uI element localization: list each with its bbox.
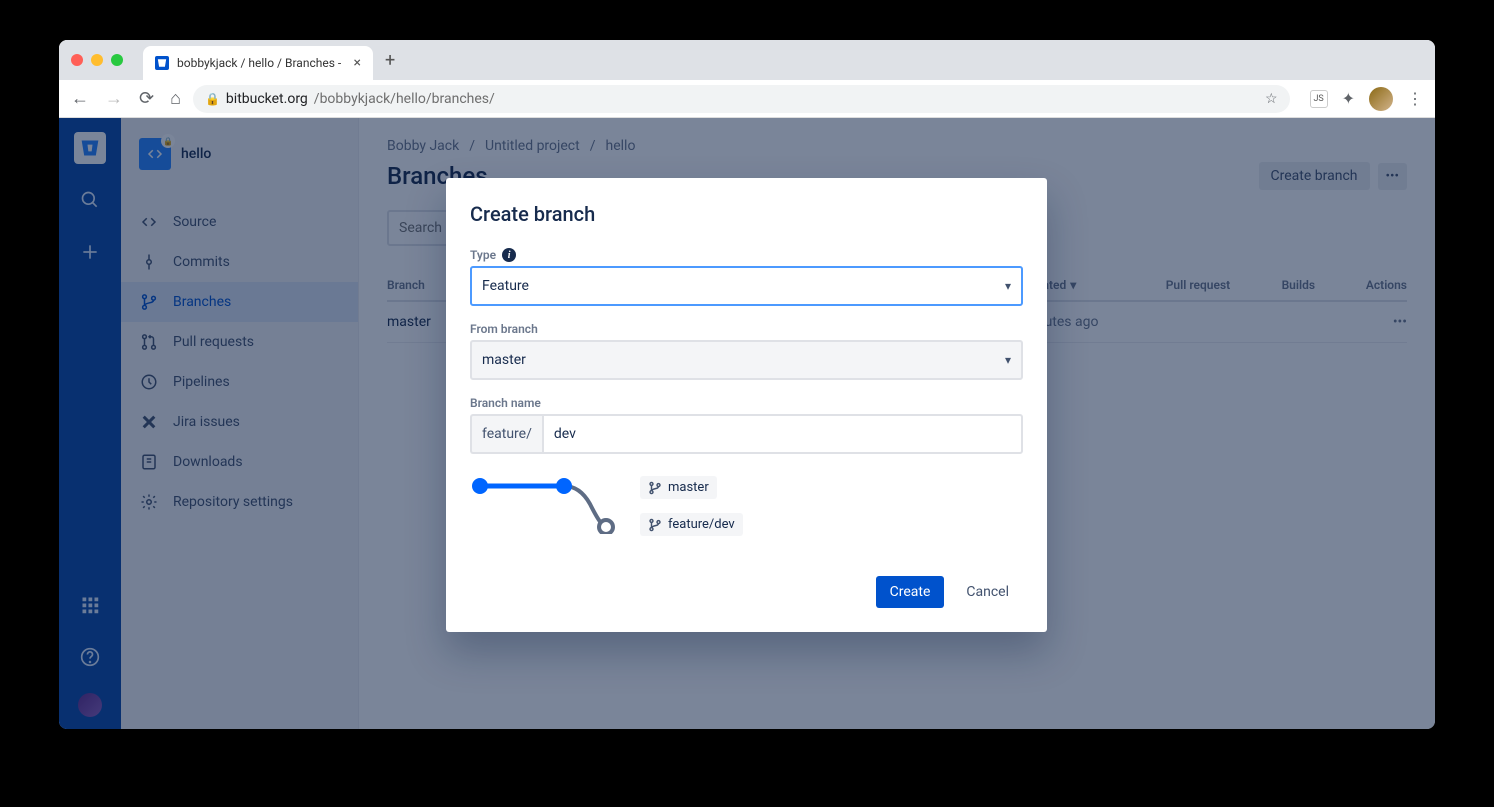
browser-toolbar: ← → ⟳ ⌂ 🔒 bitbucket.org/bobbykjack/hello… [59,80,1435,118]
new-tab-button[interactable]: + [385,50,395,71]
window-minimize-button[interactable] [91,54,103,66]
branch-tag-target: feature/dev [640,513,743,536]
modal-title: Create branch [470,202,1023,226]
browser-tab-bar: bobbykjack / hello / Branches - × + [59,40,1435,80]
extensions-icon[interactable]: ✦ [1342,89,1355,108]
branch-diagram: master feature/dev [470,474,1023,536]
url-host: bitbucket.org [226,91,308,107]
type-select[interactable]: Feature ▾ [470,266,1023,306]
chevron-down-icon: ▾ [1005,353,1011,367]
branch-tag-label: feature/dev [668,517,735,532]
url-bar[interactable]: 🔒 bitbucket.org/bobbykjack/hello/branche… [193,85,1290,113]
forward-button[interactable]: → [105,88,123,109]
type-label: Type [470,248,496,262]
branch-icon [648,481,662,495]
branch-name-prefix: feature/ [470,414,542,454]
window-close-button[interactable] [71,54,83,66]
window-controls [71,54,123,66]
app-content: 🔒 hello Source Commits Branches [59,118,1435,729]
chevron-down-icon: ▾ [1005,279,1011,293]
url-path: /bobbykjack/hello/branches/ [314,91,495,107]
from-branch-select[interactable]: master ▾ [470,340,1023,380]
extension-js-icon[interactable]: JS [1310,90,1328,108]
info-icon[interactable]: i [502,248,516,262]
reload-button[interactable]: ⟳ [139,88,154,109]
tab-title: bobbykjack / hello / Branches - [177,56,346,70]
branch-name-input[interactable] [542,414,1023,454]
browser-window: bobbykjack / hello / Branches - × + ← → … [59,40,1435,729]
create-branch-modal: Create branch Type i Feature ▾ From bran… [446,178,1047,632]
bookmark-star-icon[interactable]: ☆ [1265,91,1278,107]
toolbar-icons: JS ✦ ⋮ [1310,87,1423,111]
lock-icon: 🔒 [205,92,220,106]
browser-menu-icon[interactable]: ⋮ [1407,89,1423,108]
window-maximize-button[interactable] [111,54,123,66]
create-button[interactable]: Create [876,576,945,608]
from-branch-label: From branch [470,322,538,336]
cancel-button[interactable]: Cancel [952,576,1023,608]
branch-tag-label: master [668,480,709,495]
nav-arrows: ← → ⟳ ⌂ [71,88,181,109]
profile-avatar[interactable] [1369,87,1393,111]
type-select-value: Feature [482,278,529,294]
home-button[interactable]: ⌂ [170,88,181,109]
branch-tag-source: master [640,476,717,499]
tab-close-icon[interactable]: × [354,55,361,71]
bitbucket-favicon [155,56,169,70]
branch-icon [648,518,662,532]
from-branch-value: master [482,352,526,368]
back-button[interactable]: ← [71,88,89,109]
branch-name-label: Branch name [470,396,541,410]
branch-graph-icon [470,474,620,534]
browser-tab[interactable]: bobbykjack / hello / Branches - × [143,46,373,80]
